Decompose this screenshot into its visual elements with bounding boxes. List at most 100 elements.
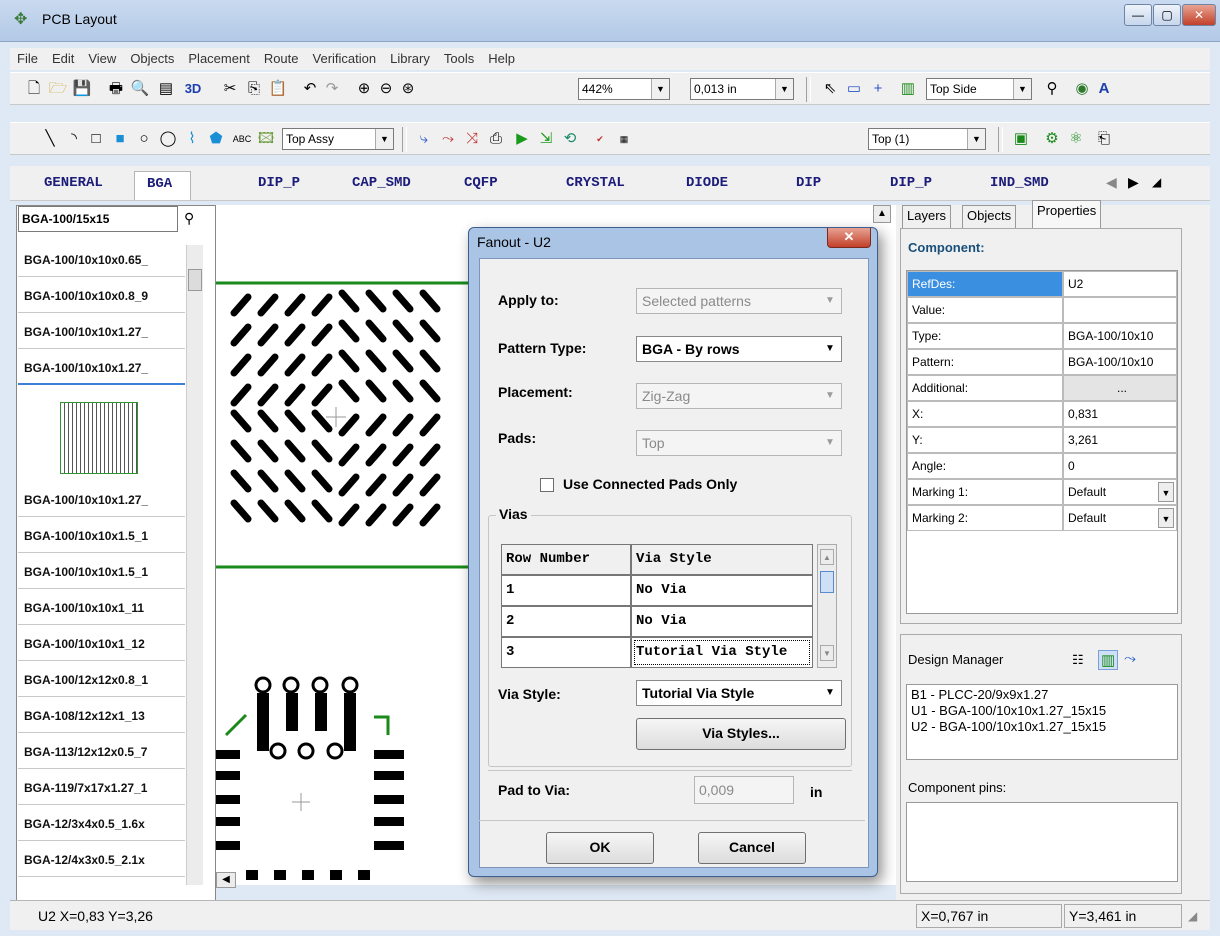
menu-help[interactable]: Help bbox=[481, 48, 522, 66]
library-item[interactable]: BGA-12/3x4x0.5_1.6x bbox=[18, 807, 185, 841]
filled-rectangle-tool-icon[interactable]: ■ bbox=[110, 128, 130, 150]
library-item[interactable]: BGA-100/10x10x0.65_ bbox=[18, 243, 185, 277]
view-3d-button[interactable]: 3D bbox=[180, 78, 206, 100]
prop-value-refdes[interactable]: U2 bbox=[1063, 271, 1177, 297]
cut-icon[interactable]: ✂ bbox=[220, 78, 240, 100]
copy-icon[interactable]: ⎘ bbox=[244, 78, 264, 100]
save-icon[interactable]: 💾 bbox=[72, 78, 92, 100]
select-pointer-icon[interactable]: ⇖ bbox=[820, 78, 840, 100]
tab-properties[interactable]: Properties bbox=[1032, 200, 1102, 229]
components-icon[interactable]: ▥ bbox=[1098, 650, 1119, 670]
redo-icon[interactable]: ↷ bbox=[322, 78, 342, 100]
properties-icon[interactable]: ⎗ bbox=[1094, 128, 1114, 150]
prop-value-value[interactable] bbox=[1063, 297, 1177, 323]
design-item[interactable]: B1 - PLCC-20/9x9x1.27 bbox=[911, 687, 1048, 702]
new-file-icon[interactable]: 🗋 bbox=[24, 78, 44, 100]
scrollbar-thumb[interactable] bbox=[188, 269, 202, 291]
prop-value-x[interactable]: 0,831 bbox=[1063, 401, 1177, 427]
table-row-selected[interactable]: 3 Tutorial Via Style bbox=[501, 637, 813, 668]
minimize-button[interactable]: — bbox=[1124, 4, 1152, 26]
image-tool-icon[interactable]: 🖾 bbox=[256, 128, 276, 150]
refresh-icon[interactable]: ⟲ bbox=[560, 128, 580, 150]
run-icon[interactable]: ▶ bbox=[512, 128, 532, 150]
scroll-up-icon[interactable]: ▲ bbox=[820, 549, 834, 565]
menu-objects[interactable]: Objects bbox=[123, 48, 181, 66]
close-button[interactable]: ✕ bbox=[1182, 4, 1216, 26]
tab-dip-p[interactable]: DIP_P bbox=[258, 175, 300, 191]
library-item[interactable]: BGA-100/10x10x1_11 bbox=[18, 591, 185, 625]
tab-general[interactable]: GENERAL bbox=[44, 175, 103, 191]
row-number-cell[interactable]: 3 bbox=[501, 637, 631, 668]
library-scrollbar[interactable] bbox=[186, 245, 203, 885]
via-style-combo[interactable]: Tutorial Via Style ▼ bbox=[636, 680, 842, 706]
prop-value-y[interactable]: 3,261 bbox=[1063, 427, 1177, 453]
library-item[interactable]: BGA-100/10x10x1.5_1 bbox=[18, 519, 185, 553]
print-preview-icon[interactable]: 🔍 bbox=[130, 78, 150, 100]
pattern-type-combo[interactable]: BGA - By rows ▼ bbox=[636, 336, 842, 362]
tab-bga[interactable]: BGA bbox=[134, 171, 192, 200]
tab-dip[interactable]: DIP bbox=[796, 175, 821, 191]
library-item[interactable]: BGA-12/4x3x0.5_2.1x bbox=[18, 843, 185, 877]
menu-library[interactable]: Library bbox=[383, 48, 437, 66]
route-edit-icon[interactable]: ⤳ bbox=[438, 128, 458, 150]
report-icon[interactable]: ▤ bbox=[156, 78, 176, 100]
prop-value-angle[interactable]: 0 bbox=[1063, 453, 1177, 479]
col-row-number[interactable]: Row Number bbox=[501, 544, 631, 575]
table-row[interactable]: 2 No Via bbox=[501, 606, 813, 637]
design-item[interactable]: U1 - BGA-100/10x10x1.27_15x15 bbox=[911, 703, 1106, 718]
component-icon[interactable]: ▥ bbox=[898, 78, 918, 100]
text-tool-icon[interactable]: ABC bbox=[230, 128, 254, 150]
zoom-in-icon[interactable]: ⊕ bbox=[354, 78, 374, 100]
col-via-style[interactable]: Via Style bbox=[631, 544, 813, 575]
prop-value-pattern[interactable]: BGA-100/10x10 bbox=[1063, 349, 1177, 375]
library-item[interactable]: BGA-100/10x10x1.27_ bbox=[18, 483, 185, 517]
ellipse-tool-icon[interactable]: ○ bbox=[134, 128, 154, 150]
crosshair-icon[interactable]: + bbox=[868, 78, 888, 100]
find-binoculars-icon[interactable]: ⚲ bbox=[184, 210, 194, 227]
library-item[interactable]: BGA-108/12x12x1_13 bbox=[18, 699, 185, 733]
open-folder-icon[interactable]: 🗁 bbox=[48, 78, 68, 100]
tab-diode[interactable]: DIODE bbox=[686, 175, 728, 191]
resize-grip-icon[interactable]: ◢ bbox=[1188, 909, 1197, 923]
tab-layers[interactable]: Layers bbox=[902, 205, 952, 228]
tab-dip-p-2[interactable]: DIP_P bbox=[890, 175, 932, 191]
row-number-cell[interactable]: 2 bbox=[501, 606, 631, 637]
library-item[interactable]: BGA-113/12x12x0.5_7 bbox=[18, 735, 185, 769]
list-icon[interactable]: ☷ bbox=[1072, 652, 1084, 668]
menu-tools[interactable]: Tools bbox=[437, 48, 481, 66]
tab-dropdown-icon[interactable]: ◢ bbox=[1152, 175, 1161, 189]
use-connected-checkbox[interactable] bbox=[540, 478, 554, 492]
layer-set-combo[interactable]: Top Assy ▼ bbox=[282, 128, 394, 150]
line-tool-icon[interactable]: ╲ bbox=[40, 128, 60, 150]
tab-objects[interactable]: Objects bbox=[962, 205, 1017, 228]
via-style-cell[interactable]: No Via bbox=[631, 606, 813, 637]
tab-crystal[interactable]: CRYSTAL bbox=[566, 175, 625, 191]
library-item[interactable]: BGA-100/10x10x1.27_ bbox=[18, 315, 185, 349]
text-style-icon[interactable]: A bbox=[1094, 78, 1114, 100]
tab-ind-smd[interactable]: IND_SMD bbox=[990, 175, 1049, 191]
library-icon[interactable]: ⚛ bbox=[1066, 128, 1086, 150]
zoom-out-icon[interactable]: ⊖ bbox=[376, 78, 396, 100]
nets-icon[interactable]: ⤳ bbox=[1124, 650, 1136, 667]
drc-check-icon[interactable]: ✔ bbox=[590, 128, 610, 150]
circle-tool-icon[interactable]: ◯ bbox=[158, 128, 178, 150]
via-style-cell[interactable]: Tutorial Via Style bbox=[631, 637, 813, 668]
library-item[interactable]: BGA-119/7x17x1.27_1 bbox=[18, 771, 185, 805]
canvas-scroll-up-icon[interactable]: ▲ bbox=[873, 205, 891, 223]
drc-report-icon[interactable]: ▦ bbox=[614, 128, 634, 150]
undo-icon[interactable]: ↶ bbox=[300, 78, 320, 100]
export-icon[interactable]: ⇲ bbox=[536, 128, 556, 150]
component-place-icon[interactable]: ▣ bbox=[1010, 128, 1032, 150]
prop-value-type[interactable]: BGA-100/10x10 bbox=[1063, 323, 1177, 349]
library-search-input[interactable]: BGA-100/15x15 bbox=[18, 206, 178, 232]
zoom-combo[interactable]: 442% ▼ bbox=[578, 78, 670, 100]
library-item-selected[interactable]: BGA-100/10x10x1.27_ bbox=[18, 351, 185, 385]
library-item[interactable]: BGA-100/10x10x0.8_9 bbox=[18, 279, 185, 313]
library-item[interactable]: BGA-100/12x12x0.8_1 bbox=[18, 663, 185, 697]
row-number-cell[interactable]: 1 bbox=[501, 575, 631, 606]
tab-scroll-left-icon[interactable]: ◀ bbox=[1106, 174, 1117, 191]
scrollbar-thumb[interactable] bbox=[820, 571, 834, 593]
polygon-tool-icon[interactable]: ⬟ bbox=[206, 128, 226, 150]
menu-edit[interactable]: Edit bbox=[45, 48, 81, 66]
find-binoculars-icon[interactable]: ⚲ bbox=[1042, 78, 1062, 100]
